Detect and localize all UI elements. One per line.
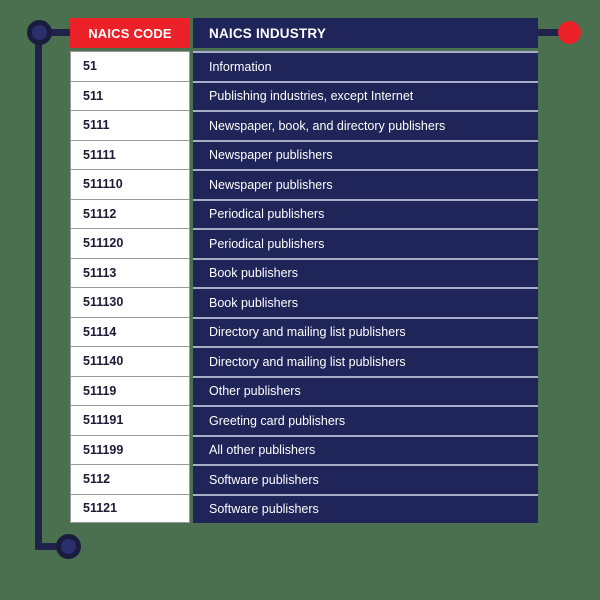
cell-naics-code: 51111 xyxy=(70,139,190,169)
cell-naics-code: 511140 xyxy=(70,346,190,376)
table-row: 511 Publishing industries, except Interne… xyxy=(70,80,538,110)
cell-naics-code: 5111 xyxy=(70,110,190,140)
cell-naics-code: 51114 xyxy=(70,316,190,346)
cell-naics-code: 511 xyxy=(70,80,190,110)
table-row: 511120 Periodical publishers xyxy=(70,228,538,258)
table-header-row: NAICS CODE NAICS INDUSTRY xyxy=(70,18,538,48)
table-row: 5112 Software publishers xyxy=(70,464,538,494)
cell-naics-industry: Directory and mailing list publishers xyxy=(193,316,538,346)
cell-naics-code: 511120 xyxy=(70,228,190,258)
cell-naics-industry: Greeting card publishers xyxy=(193,405,538,435)
table-row: 511110 Newspaper publishers xyxy=(70,169,538,199)
cell-naics-code: 511191 xyxy=(70,405,190,435)
cell-naics-code: 51113 xyxy=(70,257,190,287)
left-vertical-connector-line xyxy=(35,32,42,550)
naics-table: NAICS CODE NAICS INDUSTRY 51 Information 5… xyxy=(70,18,538,523)
cell-naics-industry: Directory and mailing list publishers xyxy=(193,346,538,376)
cell-naics-industry: Information xyxy=(193,51,538,81)
cell-naics-code: 51 xyxy=(70,51,190,81)
cell-naics-industry: Book publishers xyxy=(193,287,538,317)
circle-node-icon xyxy=(27,20,52,45)
circle-node-icon xyxy=(56,534,81,559)
red-dot-icon xyxy=(558,21,581,44)
cell-naics-industry: Newspaper, book, and directory publisher… xyxy=(193,110,538,140)
table-row: 5111 Newspaper, book, and directory publi… xyxy=(70,110,538,140)
table-row: 511191 Greeting card publishers xyxy=(70,405,538,435)
table-row: 51114 Directory and mailing list publishe… xyxy=(70,316,538,346)
cell-naics-industry: Software publishers xyxy=(193,493,538,523)
cell-naics-industry: Software publishers xyxy=(193,464,538,494)
table-row: 51 Information xyxy=(70,51,538,81)
cell-naics-code: 51121 xyxy=(70,493,190,523)
table-row: 51113 Book publishers xyxy=(70,257,538,287)
cell-naics-code: 511110 xyxy=(70,169,190,199)
cell-naics-industry: Other publishers xyxy=(193,375,538,405)
table-row: 51121 Software publishers xyxy=(70,493,538,523)
column-header-naics-industry: NAICS INDUSTRY xyxy=(193,18,538,48)
table-row: 51111 Newspaper publishers xyxy=(70,139,538,169)
cell-naics-industry: Book publishers xyxy=(193,257,538,287)
cell-naics-code: 511130 xyxy=(70,287,190,317)
cell-naics-code: 511199 xyxy=(70,434,190,464)
cell-naics-industry: All other publishers xyxy=(193,434,538,464)
table-row: 511199 All other publishers xyxy=(70,434,538,464)
cell-naics-industry: Newspaper publishers xyxy=(193,169,538,199)
cell-naics-code: 5112 xyxy=(70,464,190,494)
cell-naics-industry: Newspaper publishers xyxy=(193,139,538,169)
table-body: 51 Information 511 Publishing industries, e… xyxy=(70,51,538,523)
table-row: 511140 Directory and mailing list publish… xyxy=(70,346,538,376)
cell-naics-industry: Periodical publishers xyxy=(193,228,538,258)
table-row: 51119 Other publishers xyxy=(70,375,538,405)
naics-code-table-graphic: NAICS CODE NAICS INDUSTRY 51 Information 5… xyxy=(0,0,600,600)
table-row: 511130 Book publishers xyxy=(70,287,538,317)
cell-naics-industry: Periodical publishers xyxy=(193,198,538,228)
cell-naics-industry: Publishing industries, except Internet xyxy=(193,80,538,110)
cell-naics-code: 51119 xyxy=(70,375,190,405)
column-header-naics-code: NAICS CODE xyxy=(70,18,190,48)
cell-naics-code: 51112 xyxy=(70,198,190,228)
table-row: 51112 Periodical publishers xyxy=(70,198,538,228)
